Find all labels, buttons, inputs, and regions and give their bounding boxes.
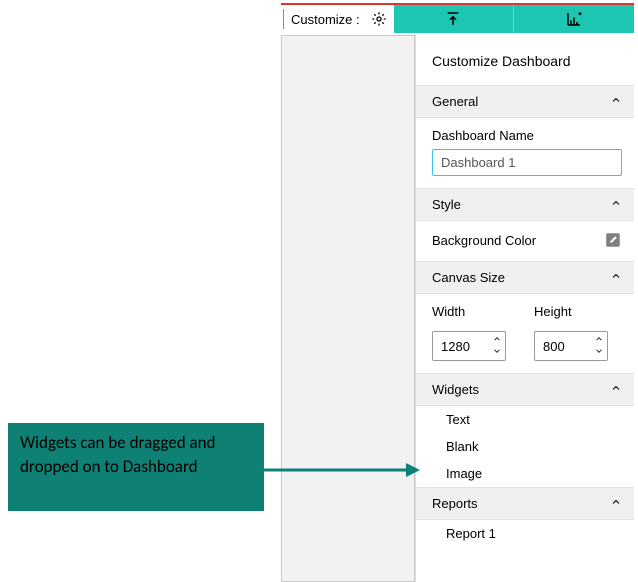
section-label: Style	[432, 197, 461, 212]
widget-item-blank[interactable]: Blank	[416, 433, 634, 460]
panel-title: Customize Dashboard	[416, 35, 634, 85]
customize-label: Customize :	[289, 5, 364, 33]
widget-item-image[interactable]: Image	[416, 460, 634, 487]
section-header-style[interactable]: Style	[416, 188, 634, 221]
chart-plus-icon	[565, 10, 583, 28]
chevron-up-icon	[610, 382, 622, 397]
pencil-box-icon	[604, 231, 622, 249]
chevron-up-icon	[610, 270, 622, 285]
publish-button[interactable]	[394, 5, 515, 33]
top-toolbar: Customize :	[281, 3, 634, 33]
section-label: Canvas Size	[432, 270, 505, 285]
widget-item-text[interactable]: Text	[416, 406, 634, 433]
caret-down-icon	[594, 346, 604, 356]
customize-panel: Customize Dashboard General Dashboard Na…	[415, 35, 634, 582]
background-color-label: Background Color	[432, 233, 536, 248]
section-body-widgets: Text Blank Image	[416, 406, 634, 487]
width-stepper[interactable]	[492, 334, 502, 356]
dashboard-canvas[interactable]	[281, 35, 415, 582]
chevron-up-icon	[610, 197, 622, 212]
section-header-widgets[interactable]: Widgets	[416, 373, 634, 406]
section-header-reports[interactable]: Reports	[416, 487, 634, 520]
section-body-style: Background Color	[416, 221, 634, 261]
section-header-general[interactable]: General	[416, 85, 634, 118]
section-header-canvas-size[interactable]: Canvas Size	[416, 261, 634, 294]
height-label: Height	[534, 304, 608, 319]
section-body-canvas-size: Width Height	[416, 294, 634, 373]
section-body-reports: Report 1	[416, 520, 634, 547]
caret-up-icon	[492, 334, 502, 344]
section-label: Widgets	[432, 382, 479, 397]
gear-icon	[371, 11, 387, 27]
separator	[283, 9, 287, 29]
add-chart-button[interactable]	[514, 5, 634, 33]
section-label: Reports	[432, 496, 478, 511]
section-label: General	[432, 94, 478, 109]
caret-up-icon	[594, 334, 604, 344]
annotation-callout: Widgets can be dragged and dropped on to…	[8, 423, 264, 511]
settings-button[interactable]	[364, 5, 394, 33]
upload-icon	[444, 10, 462, 28]
report-item[interactable]: Report 1	[416, 520, 634, 547]
dashboard-name-input[interactable]	[432, 149, 622, 176]
caret-down-icon	[492, 346, 502, 356]
height-stepper[interactable]	[594, 334, 604, 356]
edit-bg-color-button[interactable]	[604, 231, 622, 249]
chevron-up-icon	[610, 496, 622, 511]
chevron-up-icon	[610, 94, 622, 109]
width-label: Width	[432, 304, 506, 319]
section-body-general: Dashboard Name	[416, 118, 634, 188]
dashboard-name-label: Dashboard Name	[432, 128, 622, 143]
